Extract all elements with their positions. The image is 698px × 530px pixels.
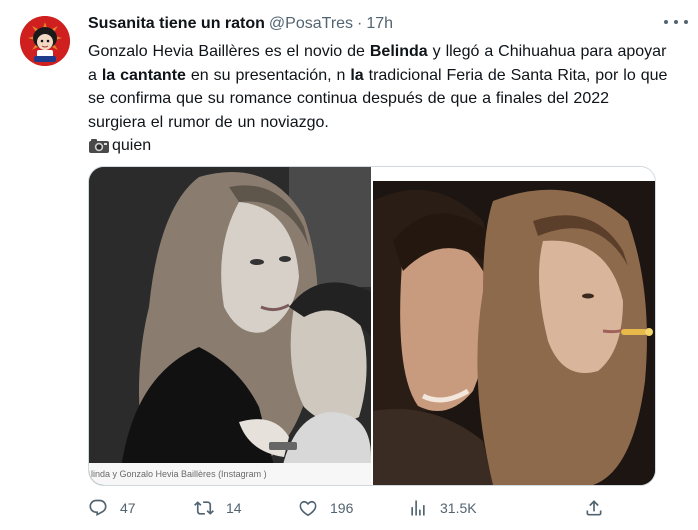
couple-photo-bw [89,167,371,485]
share-button[interactable] [584,498,604,518]
text-part: Gonzalo Hevia Baillères es el novio de [88,43,370,60]
photo-left[interactable]: linda y Gonzalo Hevia Baillères (Instagr… [89,167,371,485]
photo-credit: quien [88,134,670,157]
author-handle[interactable]: @PosaTres [269,15,353,33]
tweet-time[interactable]: 17h [366,15,393,33]
retweet-button[interactable]: 14 [194,498,298,518]
views-button[interactable]: 31.5K [408,498,568,518]
separator-dot: · [357,15,363,32]
photo-caption: linda y Gonzalo Hevia Baillères (Instagr… [89,463,371,485]
share-icon [584,498,604,518]
photo-right[interactable] [373,167,655,485]
reply-button[interactable]: 47 [88,498,194,518]
couple-photo-color [373,181,655,485]
tweet[interactable]: Susanita tiene un raton @PosaTres · 17h … [0,0,698,530]
views-icon [408,498,428,518]
like-icon [298,498,318,518]
avatar[interactable] [20,16,70,66]
more-icon[interactable] [664,16,688,28]
reply-count: 47 [120,500,136,516]
tweet-media[interactable]: linda y Gonzalo Hevia Baillères (Instagr… [88,166,656,486]
camera-icon [88,138,110,154]
credit-text: quien [112,137,152,154]
like-button[interactable]: 196 [298,498,408,518]
text-part-bold: la cantante [101,66,186,84]
retweet-icon [194,498,214,518]
text-part-bold: Belinda [369,43,428,60]
views-count: 31.5K [440,500,477,516]
avatar-image [20,16,70,66]
like-count: 196 [330,500,354,516]
text-part: en su presentación, n [185,66,351,84]
reply-icon [88,498,108,518]
author-name[interactable]: Susanita tiene un raton [88,15,265,33]
retweet-count: 14 [226,500,242,516]
text-part-bold: la [350,66,364,84]
tweet-body: Susanita tiene un raton @PosaTres · 17h … [88,12,670,157]
tweet-actions: 47 14 196 31.5K [88,498,670,518]
tweet-header: Susanita tiene un raton @PosaTres · 17h [88,12,670,36]
tweet-text: Gonzalo Hevia Baillères es el novio de B… [88,40,670,134]
